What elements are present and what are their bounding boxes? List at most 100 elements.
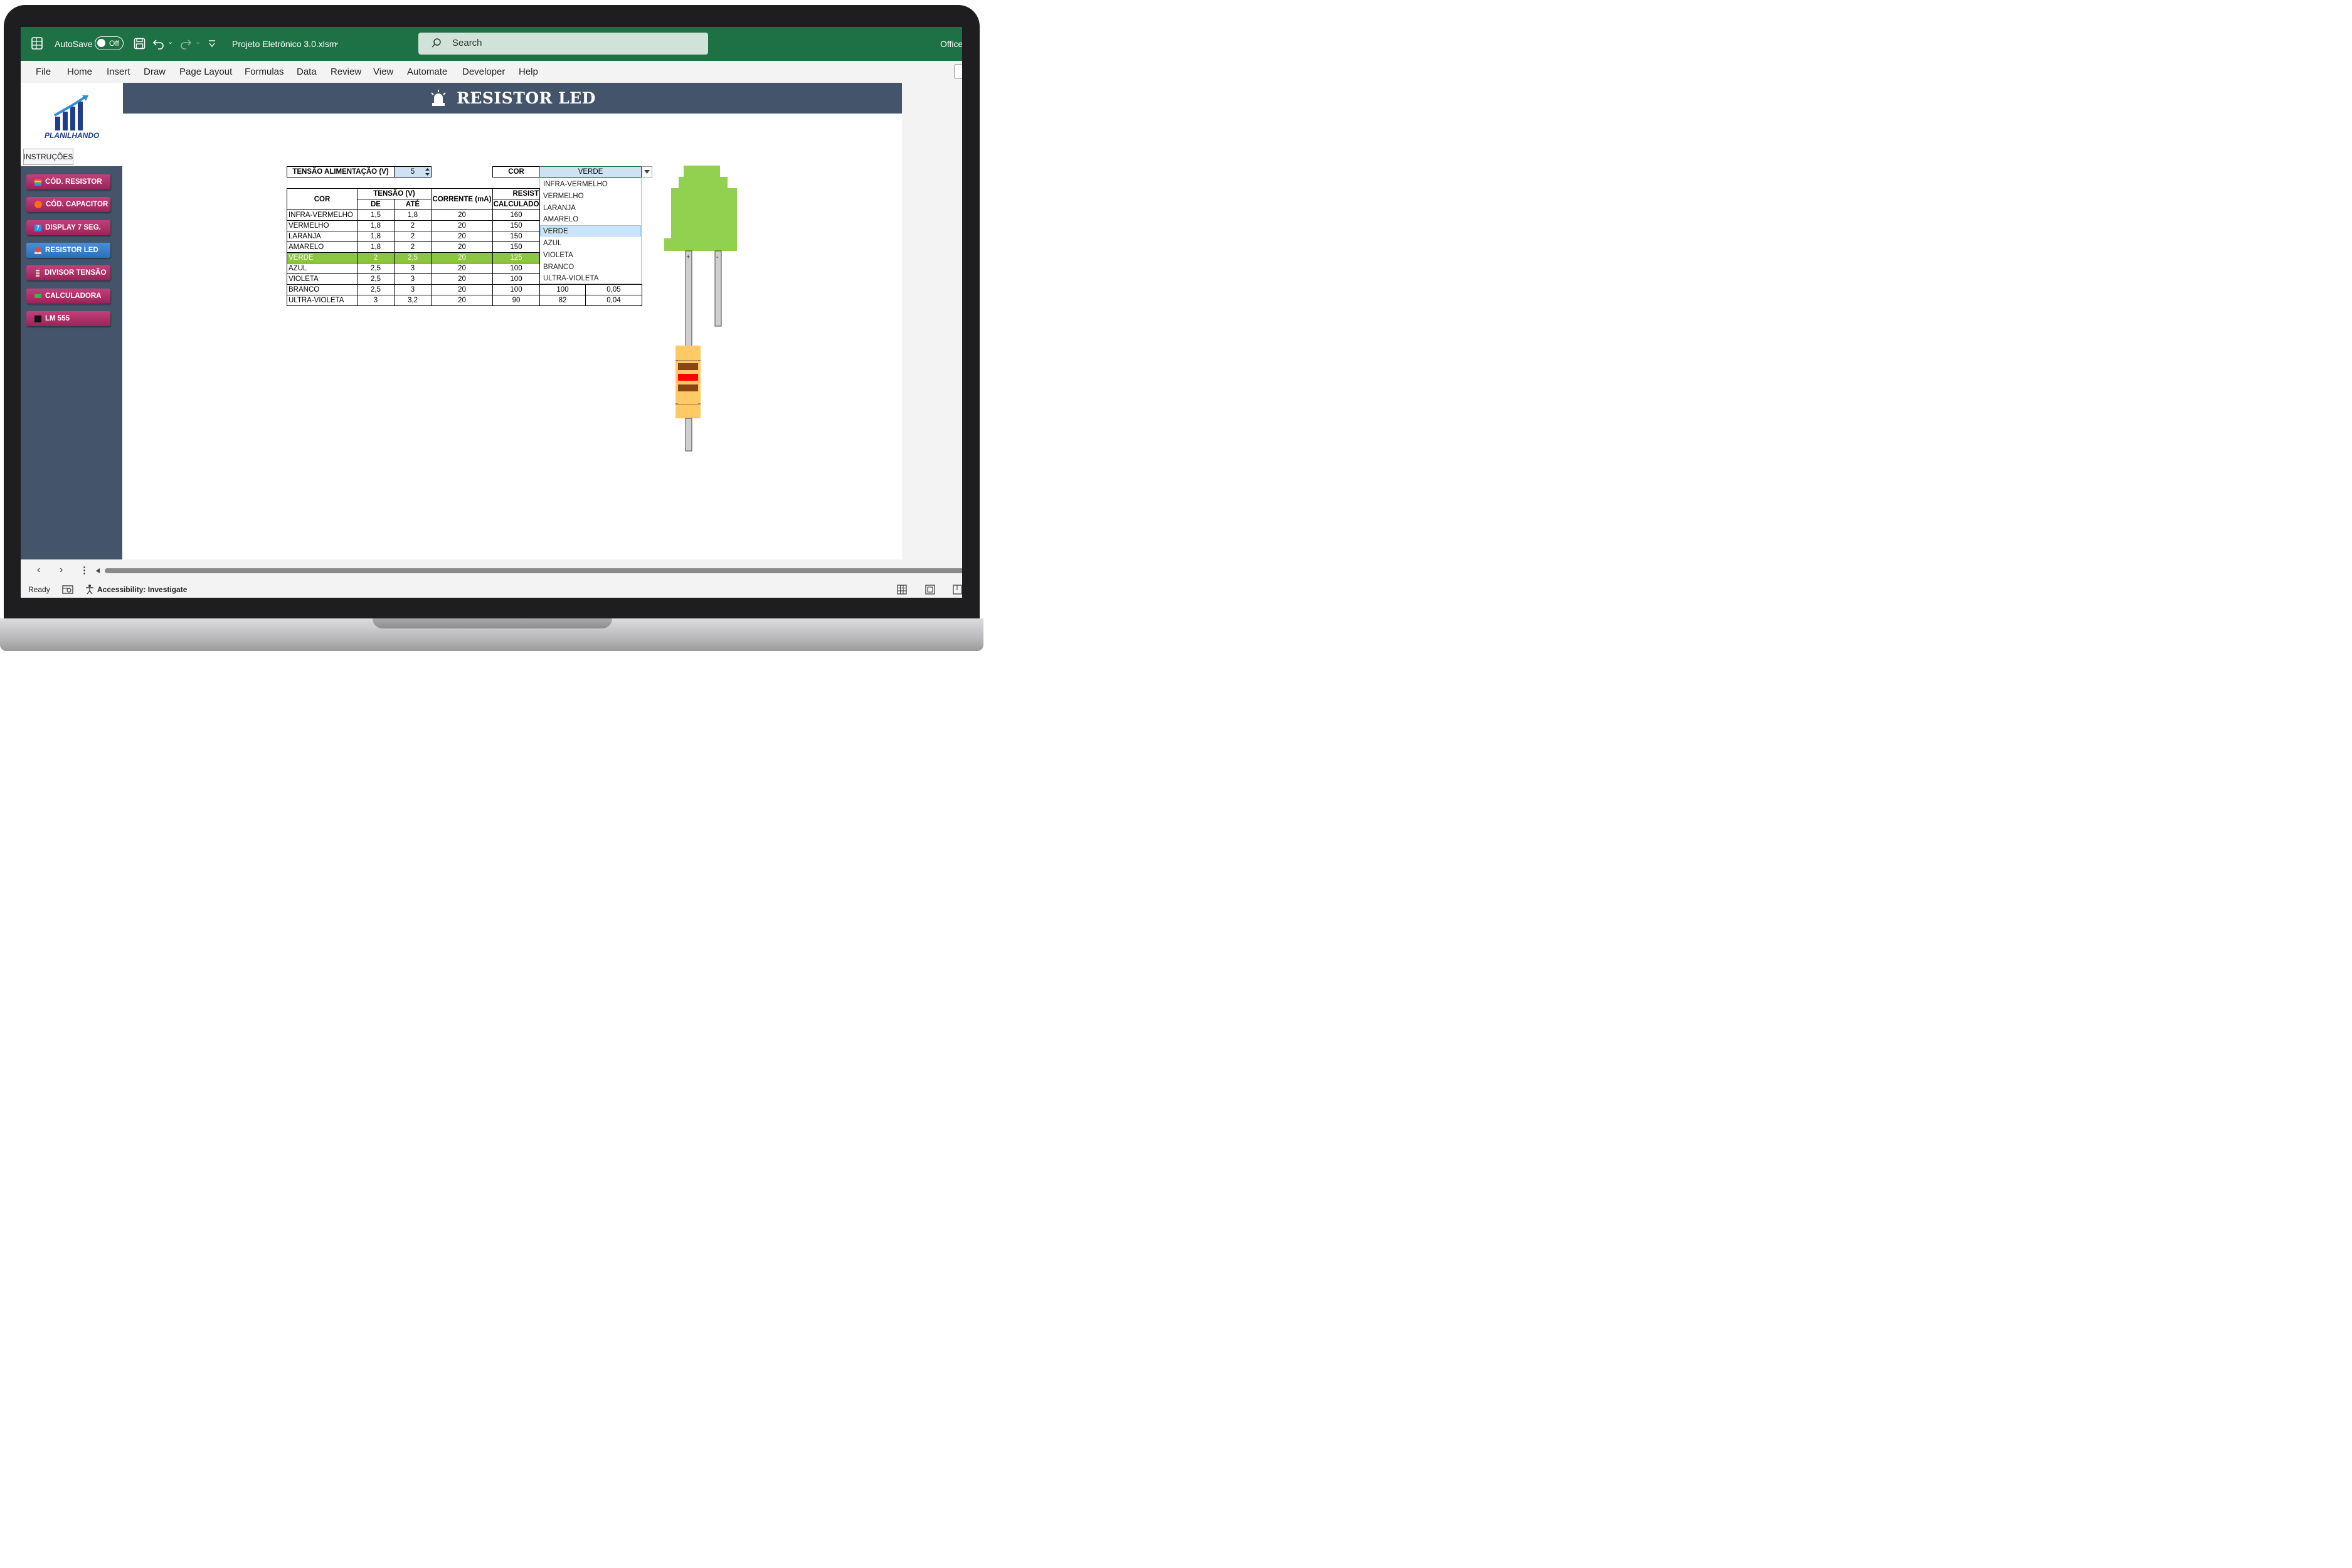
- page-break-view-icon[interactable]: [953, 585, 962, 595]
- nav-cod-capacitor[interactable]: CÓD. CAPACITOR: [26, 197, 110, 212]
- excel-icon[interactable]: [31, 37, 43, 50]
- dropdown-option[interactable]: INFRA-VERMELHO: [543, 181, 608, 188]
- tab-review[interactable]: Review: [331, 66, 361, 77]
- sheet-tab-bar: ‹ › ⋮: [21, 559, 962, 581]
- tab-data[interactable]: Data: [297, 66, 317, 77]
- more-sheets-icon[interactable]: ⋮: [80, 564, 89, 576]
- customize-toolbar-icon[interactable]: [208, 40, 216, 48]
- nav-label: DIVISOR TENSÃO: [45, 269, 107, 277]
- color-label: COR: [492, 166, 540, 177]
- normal-view-icon[interactable]: [897, 585, 907, 595]
- row-potencia: 0,05: [585, 284, 642, 295]
- search-icon: [432, 38, 441, 48]
- dropdown-option[interactable]: AZUL: [543, 240, 561, 247]
- row-corrente: 20: [431, 209, 493, 221]
- supply-voltage-value: 5: [410, 168, 415, 176]
- nav-lm-555[interactable]: LM 555: [26, 311, 110, 326]
- prev-sheet-icon[interactable]: ‹: [37, 564, 40, 576]
- resistor-icon: [36, 269, 40, 277]
- undo-icon[interactable]: [152, 37, 165, 50]
- scroll-left-icon[interactable]: [95, 568, 101, 574]
- tab-page-layout[interactable]: Page Layout: [179, 66, 232, 77]
- toggle-knob: [97, 39, 105, 47]
- row-cor: BRANCO: [287, 284, 358, 295]
- tab-view[interactable]: View: [373, 66, 393, 77]
- comments-button[interactable]: [954, 64, 962, 79]
- dropdown-arrow-button[interactable]: [642, 166, 652, 177]
- row-calculado: 150: [492, 231, 540, 242]
- row-corrente: 20: [431, 252, 493, 263]
- row-corrente: 20: [431, 263, 493, 274]
- header-corrente: CORRENTE (mA): [431, 188, 493, 210]
- tab-developer[interactable]: Developer: [462, 66, 505, 77]
- nav-divisor-tensao[interactable]: DIVISOR TENSÃO: [26, 265, 110, 280]
- excel-window: AutoSave Off ⌄ ⌄ Projeto Eletrônico 3.0.…: [21, 27, 962, 598]
- macro-record-icon[interactable]: [62, 585, 73, 595]
- row-corrente: 20: [431, 220, 493, 231]
- led-body: [664, 166, 737, 251]
- color-select[interactable]: VERDE: [539, 166, 642, 177]
- tab-formulas[interactable]: Formulas: [245, 66, 284, 77]
- account-label[interactable]: Office: [940, 39, 962, 49]
- tab-draw[interactable]: Draw: [144, 66, 166, 77]
- dropdown-option[interactable]: AMARELO: [543, 216, 578, 223]
- dropdown-option[interactable]: ULTRA-VIOLETA: [543, 275, 598, 282]
- tab-help[interactable]: Help: [519, 66, 538, 77]
- dropdown-option[interactable]: VIOLETA: [543, 252, 573, 259]
- accessibility-status[interactable]: Accessibility: Investigate: [97, 585, 187, 594]
- color-dropdown-list[interactable]: INFRA-VERMELHO VERMELHO LARANJA AMARELO VERD…: [539, 177, 642, 284]
- instructions-button[interactable]: INSTRUÇÕES: [23, 149, 73, 165]
- cathode-label: -: [716, 253, 719, 261]
- dropdown-option[interactable]: VERMELHO: [543, 193, 584, 200]
- nav-calculadora[interactable]: CALCULADORA: [26, 289, 110, 304]
- nav-label: RESISTOR LED: [45, 246, 98, 254]
- next-sheet-icon[interactable]: ›: [60, 564, 63, 576]
- tab-automate[interactable]: Automate: [407, 66, 447, 77]
- nav-label: DISPLAY 7 SEG.: [45, 224, 101, 231]
- header-tensao: TENSÃO (V): [357, 188, 432, 199]
- siren-icon: [34, 246, 41, 254]
- page-layout-view-icon[interactable]: [925, 585, 935, 595]
- filename-chevron-icon[interactable]: ⌄: [333, 37, 340, 47]
- voltage-spinner-icon[interactable]: [424, 167, 431, 177]
- battery-icon: [34, 294, 41, 298]
- header-calculado: CALCULADO: [492, 199, 540, 210]
- status-bar: Ready Accessibility: Investigate: [21, 581, 962, 598]
- dropdown-option[interactable]: VERDE: [543, 228, 568, 235]
- search-box[interactable]: Search: [418, 33, 708, 55]
- dropdown-option[interactable]: BRANCO: [543, 263, 574, 271]
- header-resistencia: RESIST: [492, 188, 540, 199]
- redo-dropdown-icon[interactable]: ⌄: [195, 38, 201, 46]
- tab-home[interactable]: Home: [67, 66, 92, 77]
- nav-label: CALCULADORA: [45, 292, 102, 300]
- redo-icon[interactable]: [179, 37, 192, 50]
- horizontal-scrollbar[interactable]: [105, 568, 962, 573]
- header-cor: COR: [287, 188, 358, 210]
- row-comercial: 100: [539, 284, 586, 295]
- header-band: RESISTOR LED: [123, 83, 902, 114]
- row-cor: INFRA-VERMELHO: [287, 209, 358, 221]
- nav-cod-resistor[interactable]: CÓD. RESISTOR: [26, 174, 110, 189]
- file-name[interactable]: Projeto Eletrônico 3.0.xlsm: [232, 39, 337, 49]
- row-de: 1,8: [357, 241, 395, 253]
- row-calculado: 100: [492, 263, 540, 274]
- chip-icon: [34, 315, 41, 322]
- led-illustration: + -: [664, 166, 737, 452]
- row-ate: 2,5: [394, 252, 432, 263]
- autosave-toggle[interactable]: Off: [95, 36, 124, 50]
- row-cor: VIOLETA: [287, 273, 358, 285]
- rainbow-icon: [34, 178, 41, 186]
- tab-insert[interactable]: Insert: [107, 66, 130, 77]
- row-calculado: 160: [492, 209, 540, 221]
- seven-icon: 7: [34, 224, 41, 231]
- row-calculado: 100: [492, 273, 540, 285]
- search-placeholder: Search: [452, 38, 482, 48]
- tab-file[interactable]: File: [36, 66, 51, 77]
- nav-display-7-seg[interactable]: 7 DISPLAY 7 SEG.: [26, 220, 110, 235]
- accessibility-icon[interactable]: [85, 584, 95, 595]
- save-icon[interactable]: [134, 38, 146, 50]
- nav-label: CÓD. CAPACITOR: [46, 201, 109, 208]
- undo-dropdown-icon[interactable]: ⌄: [167, 38, 173, 46]
- dropdown-option[interactable]: LARANJA: [543, 204, 576, 212]
- nav-resistor-led[interactable]: RESISTOR LED: [26, 243, 110, 258]
